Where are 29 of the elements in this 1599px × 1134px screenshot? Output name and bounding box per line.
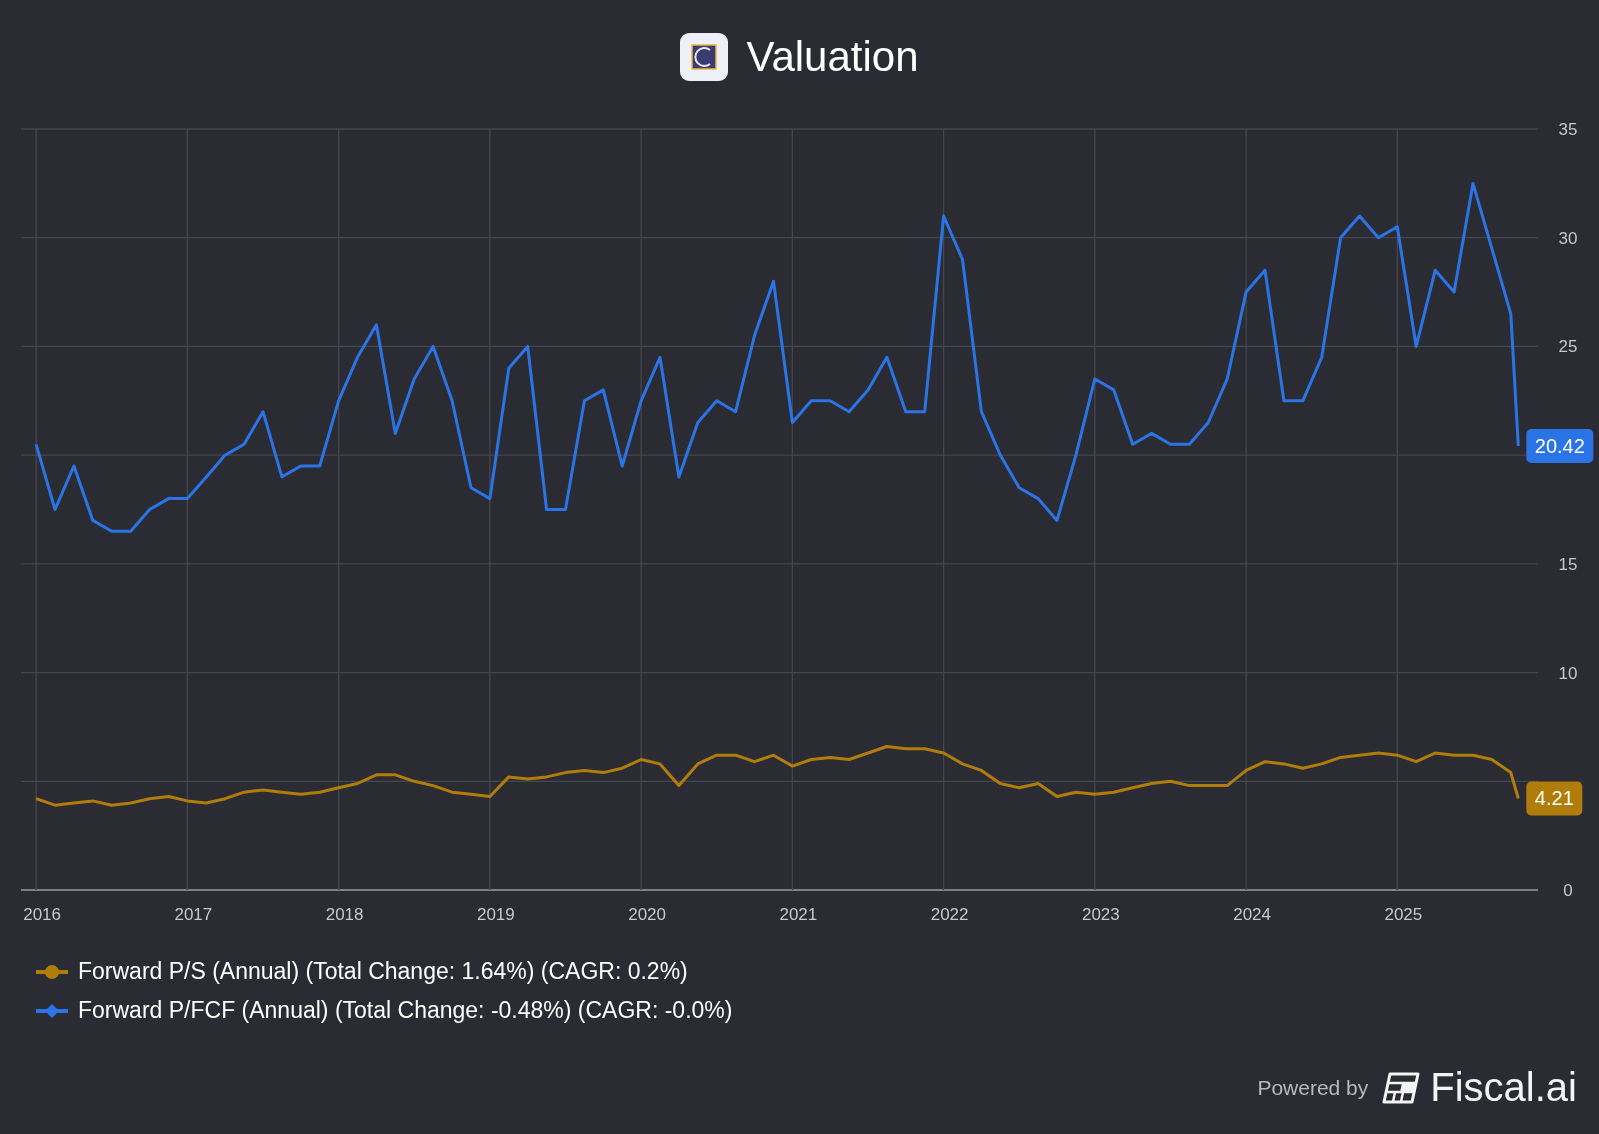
axis-tick-label: 2019 (476, 905, 515, 924)
brand-logo-icon (1382, 1071, 1421, 1104)
axis-tick-label: 10 (1558, 663, 1578, 683)
powered-by-text: Powered by (1257, 1075, 1369, 1100)
value-label: 4.21 (1526, 781, 1583, 816)
axis-tick-label: 0 (1563, 881, 1573, 900)
axis-tick-label: 2022 (930, 905, 969, 924)
axis-tick-label: 25 (1558, 337, 1578, 357)
annotation: 4.21 (1534, 787, 1574, 810)
axis-tick-label: 2018 (325, 905, 364, 924)
legend-label[interactable]: Forward P/S (Annual) (Total Change: 1.64%) (CAGR: 0.2%) (78, 958, 688, 985)
axis-tick-label: 30 (1558, 228, 1578, 248)
chart-title: Valuation (746, 33, 919, 81)
axis-tick-label: 2025 (1384, 905, 1423, 924)
axis-tick-label: 2024 (1233, 905, 1271, 924)
legend-marker-icon (36, 1002, 68, 1019)
legend-label[interactable]: Forward P/FCF (Annual) (Total Change: -0.48%) (CAGR: -0.0%) (78, 997, 733, 1024)
brand-name: Fiscal.ai (1430, 1065, 1577, 1110)
axis-tick-label: 2020 (628, 905, 666, 924)
company-logo-icon (680, 33, 729, 81)
legend-marker-icon (36, 963, 68, 980)
axis-tick-label: 35 (1558, 120, 1578, 139)
axis-tick-label: 2021 (779, 905, 818, 924)
axis-tick-label: 2016 (23, 905, 62, 924)
value-label: 20.42 (1526, 429, 1594, 463)
axis-tick-label: 2017 (174, 905, 213, 924)
axis-tick-label: 15 (1558, 554, 1578, 574)
annotation: 20.42 (1534, 435, 1585, 458)
axis-tick-label: 2023 (1081, 905, 1120, 924)
